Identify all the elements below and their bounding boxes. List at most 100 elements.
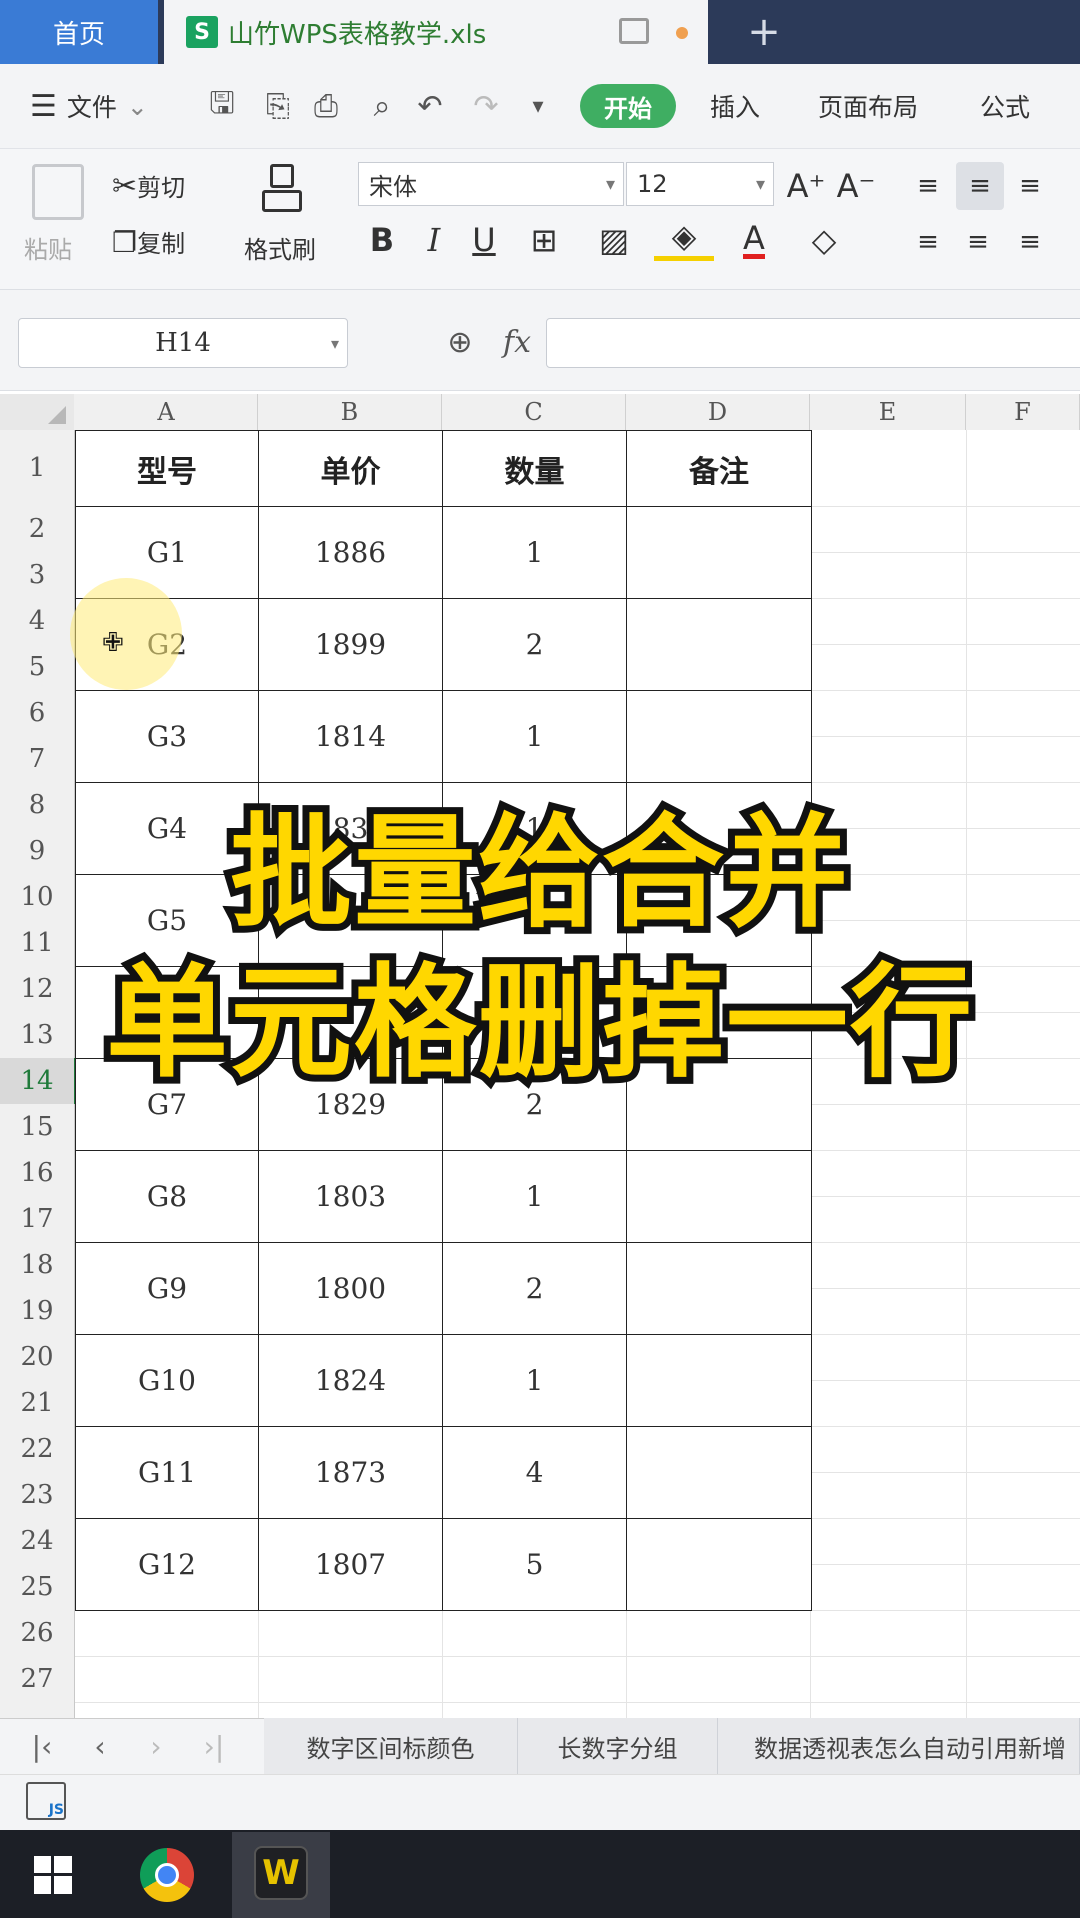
column-header-d[interactable]: D — [626, 394, 810, 430]
sheet-tab[interactable]: 数据透视表怎么自动引用新增 — [718, 1718, 1080, 1774]
merged-cell[interactable]: 1814 — [258, 690, 443, 783]
row-header-7[interactable]: 7 — [0, 736, 74, 782]
sheet-tab[interactable]: 数字区间标颜色 — [264, 1718, 518, 1774]
merged-cell[interactable]: 1899 — [258, 598, 443, 691]
tab-insert[interactable]: 插入 — [710, 64, 760, 148]
zoom-search-icon[interactable]: ⊕ — [440, 318, 480, 366]
font-size-select[interactable]: 12 ▾ — [626, 162, 774, 206]
fx-icon[interactable]: fx — [494, 318, 540, 366]
tab-start[interactable]: 开始 — [580, 84, 676, 128]
format-painter-icon[interactable] — [262, 164, 302, 220]
merged-cell[interactable]: 1873 — [258, 1426, 443, 1519]
decrease-font-icon[interactable]: A⁻ — [834, 162, 878, 210]
cell-style-icon[interactable]: ▨ — [584, 216, 644, 264]
row-header-5[interactable]: 5 — [0, 644, 74, 690]
merged-cell[interactable]: 1800 — [258, 1242, 443, 1335]
redo-icon[interactable]: ↷ — [466, 86, 506, 126]
row-header-19[interactable]: 19 — [0, 1288, 74, 1334]
row-header-2[interactable]: 2 — [0, 506, 74, 552]
row-header-1[interactable]: 1 — [0, 430, 74, 506]
merged-cell[interactable] — [626, 1518, 812, 1611]
merged-cell[interactable]: 1807 — [258, 1518, 443, 1611]
merged-cell[interactable] — [626, 1426, 812, 1519]
row-header-6[interactable]: 6 — [0, 690, 74, 736]
save-icon[interactable]: 🖫 — [202, 86, 242, 126]
sheet-tab[interactable]: 长数字分组 — [518, 1718, 718, 1774]
monitor-icon[interactable] — [619, 18, 649, 44]
merged-cell[interactable] — [626, 1150, 812, 1243]
table-header-cell[interactable]: 数量 — [442, 430, 627, 507]
row-header-20[interactable]: 20 — [0, 1334, 74, 1380]
row-header-18[interactable]: 18 — [0, 1242, 74, 1288]
table-header-cell[interactable]: 单价 — [258, 430, 443, 507]
quick-access-dropdown-icon[interactable]: ▾ — [518, 86, 558, 126]
tab-page-layout[interactable]: 页面布局 — [818, 64, 918, 148]
border-icon[interactable]: ⊞ — [514, 216, 574, 264]
column-header-b[interactable]: B — [258, 394, 442, 430]
column-header-c[interactable]: C — [442, 394, 626, 430]
row-header-16[interactable]: 16 — [0, 1150, 74, 1196]
formula-input[interactable] — [546, 318, 1080, 368]
align-center-icon[interactable]: ≡ — [958, 218, 998, 266]
font-color-icon[interactable]: A — [724, 216, 784, 264]
copy-button[interactable]: ❐复制 — [112, 224, 185, 259]
macro-js-icon[interactable]: JS — [26, 1782, 66, 1820]
row-header-4[interactable]: 4 — [0, 598, 74, 644]
merged-cell[interactable]: 1824 — [258, 1334, 443, 1427]
merged-cell[interactable]: 5 — [442, 1518, 627, 1611]
bold-icon[interactable]: B — [362, 216, 402, 264]
italic-icon[interactable]: I — [414, 216, 454, 264]
row-header-27[interactable]: 27 — [0, 1656, 74, 1702]
merged-cell[interactable] — [626, 506, 812, 599]
first-sheet-icon[interactable]: |‹ — [20, 1718, 64, 1774]
merged-cell[interactable]: 1803 — [258, 1150, 443, 1243]
windows-start-icon[interactable] — [34, 1856, 72, 1894]
merged-cell[interactable] — [626, 690, 812, 783]
tab-formula[interactable]: 公式 — [980, 64, 1030, 148]
row-header-22[interactable]: 22 — [0, 1426, 74, 1472]
undo-icon[interactable]: ↶ — [410, 86, 450, 126]
column-header-f[interactable]: F — [966, 394, 1080, 430]
align-right-icon[interactable]: ≡ — [1010, 218, 1050, 266]
table-header-cell[interactable]: 备注 — [626, 430, 812, 507]
merged-cell[interactable]: 2 — [442, 1242, 627, 1335]
increase-font-icon[interactable]: A⁺ — [784, 162, 828, 210]
paste-button[interactable]: 粘贴 — [24, 230, 72, 265]
merged-cell[interactable]: G9 — [75, 1242, 259, 1335]
chrome-icon[interactable] — [140, 1848, 194, 1902]
merged-cell[interactable]: 1886 — [258, 506, 443, 599]
align-middle-icon[interactable]: ≡ — [956, 162, 1004, 210]
print-preview-icon[interactable]: ⌕ — [362, 86, 402, 126]
align-bottom-icon[interactable]: ≡ — [1010, 162, 1050, 210]
merged-cell[interactable]: G3 — [75, 690, 259, 783]
underline-icon[interactable]: U — [464, 216, 504, 264]
row-header-23[interactable]: 23 — [0, 1472, 74, 1518]
merged-cell[interactable]: 1 — [442, 506, 627, 599]
column-header-a[interactable]: A — [75, 394, 258, 430]
row-header-24[interactable]: 24 — [0, 1518, 74, 1564]
cut-button[interactable]: ✂剪切 — [112, 168, 185, 204]
align-left-icon[interactable]: ≡ — [908, 218, 948, 266]
column-header-e[interactable]: E — [810, 394, 966, 430]
tab-current-file[interactable]: S 山竹WPS表格教学.xls — [164, 0, 708, 64]
clear-format-icon[interactable]: ◇ — [794, 216, 854, 264]
row-header-25[interactable]: 25 — [0, 1564, 74, 1610]
table-header-cell[interactable]: 型号 — [75, 430, 259, 507]
row-header-21[interactable]: 21 — [0, 1380, 74, 1426]
merged-cell[interactable]: 4 — [442, 1426, 627, 1519]
prev-sheet-icon[interactable]: ‹ — [78, 1718, 122, 1774]
row-header-17[interactable]: 17 — [0, 1196, 74, 1242]
print-icon[interactable]: ⎙ — [306, 86, 346, 126]
merged-cell[interactable]: G12 — [75, 1518, 259, 1611]
new-tab-button[interactable]: + — [740, 8, 788, 56]
row-header-15[interactable]: 15 — [0, 1104, 74, 1150]
font-name-select[interactable]: 宋体 ▾ — [358, 162, 624, 206]
file-menu-button[interactable]: ☰ 文件 ⌄ — [30, 64, 148, 148]
merged-cell[interactable] — [626, 1334, 812, 1427]
name-box[interactable]: H14 ▾ — [18, 318, 348, 368]
row-header-26[interactable]: 26 — [0, 1610, 74, 1656]
merged-cell[interactable]: 2 — [442, 598, 627, 691]
taskbar-active-app[interactable]: W — [232, 1832, 330, 1918]
merged-cell[interactable]: G11 — [75, 1426, 259, 1519]
merged-cell[interactable]: G8 — [75, 1150, 259, 1243]
